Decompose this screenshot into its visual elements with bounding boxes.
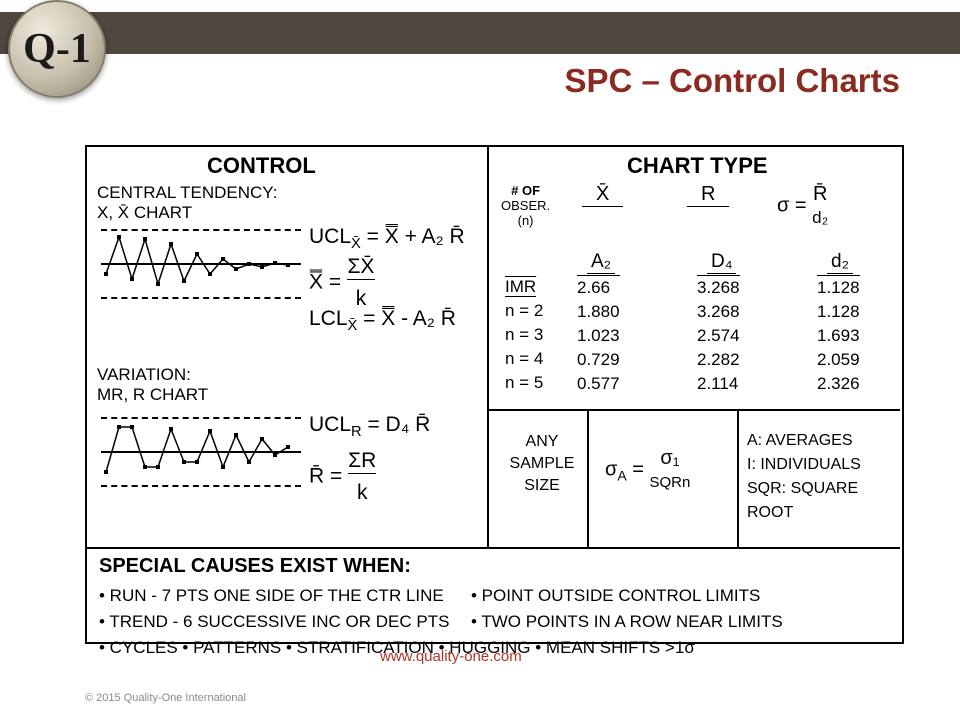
slide: Q-1 SPC – Control Charts CONTROL CENTRAL… — [0, 0, 960, 720]
lcl-line — [101, 485, 301, 487]
const-d2: d₂ — [827, 251, 853, 274]
special-causes-heading: SPECIAL CAUSES EXIST WHEN: — [99, 555, 411, 578]
sigma-a-formula: σA = σ₁ SQRn — [605, 447, 690, 493]
eq-ucl-r: UCLR = D₄ R̄ — [309, 413, 430, 440]
footer-url: www.quality-one.com — [380, 648, 522, 665]
xbar-trace — [101, 229, 301, 297]
eq-xbarbar: X̿ = ΣX̄ k — [309, 255, 375, 311]
page-title: SPC – Control Charts — [564, 62, 900, 100]
obs-header: # OF OBSER. (n) — [501, 183, 550, 228]
xbar-mini-chart — [101, 229, 301, 297]
header-bar — [0, 12, 960, 54]
copyright: © 2015 Quality-One International — [85, 692, 246, 704]
sigma-legend: A: AVERAGES I: INDIVIDUALS SQR: SQUARE R… — [747, 429, 902, 525]
eq-lcl-xbar: LCLX̄ = X̿ - A₂ R̄ — [309, 307, 456, 334]
central-tendency-label: CENTRAL TENDENCY: X, X̄ CHART — [97, 183, 277, 223]
brand-logo: Q-1 — [8, 0, 106, 98]
divider-v3 — [737, 409, 739, 547]
const-a2: A₂ — [587, 251, 615, 274]
eq-rbar: R̄ = ΣR k — [309, 449, 376, 505]
variation-label: VARIATION: MR, R CHART — [97, 365, 208, 405]
r-mini-chart — [101, 417, 301, 485]
col-xbar: X̄ — [582, 183, 623, 207]
divider-h2 — [87, 547, 900, 549]
col-r: R — [687, 183, 729, 207]
r-trace — [101, 417, 301, 485]
table-d4: 3.268 3.268 2.574 2.282 2.114 — [697, 275, 740, 396]
control-heading: CONTROL — [207, 153, 316, 179]
lcl-line — [101, 297, 301, 299]
chart-type-heading: CHART TYPE — [627, 153, 768, 179]
eq-ucl-xbar: UCLX̄ = X̿ + A₂ R̄ — [309, 225, 465, 252]
divider-v2 — [587, 409, 589, 547]
any-sample-size: ANY SAMPLE SIZE — [507, 431, 577, 497]
divider-vertical — [487, 147, 489, 547]
logo-text: Q-1 — [23, 25, 91, 73]
col-sigma: σ = R̄ d₂ — [777, 183, 828, 229]
table-a2: 2.66 1.880 1.023 0.729 0.577 — [577, 275, 620, 396]
const-d4: D₄ — [707, 251, 736, 274]
divider-h1 — [487, 409, 900, 411]
reference-sheet: CONTROL CENTRAL TENDENCY: X, X̄ CHART — [85, 145, 904, 644]
table-d2: 1.128 1.128 1.693 2.059 2.326 — [817, 275, 860, 396]
table-n: IMR n = 2 n = 3 n = 4 n = 5 — [505, 275, 543, 395]
